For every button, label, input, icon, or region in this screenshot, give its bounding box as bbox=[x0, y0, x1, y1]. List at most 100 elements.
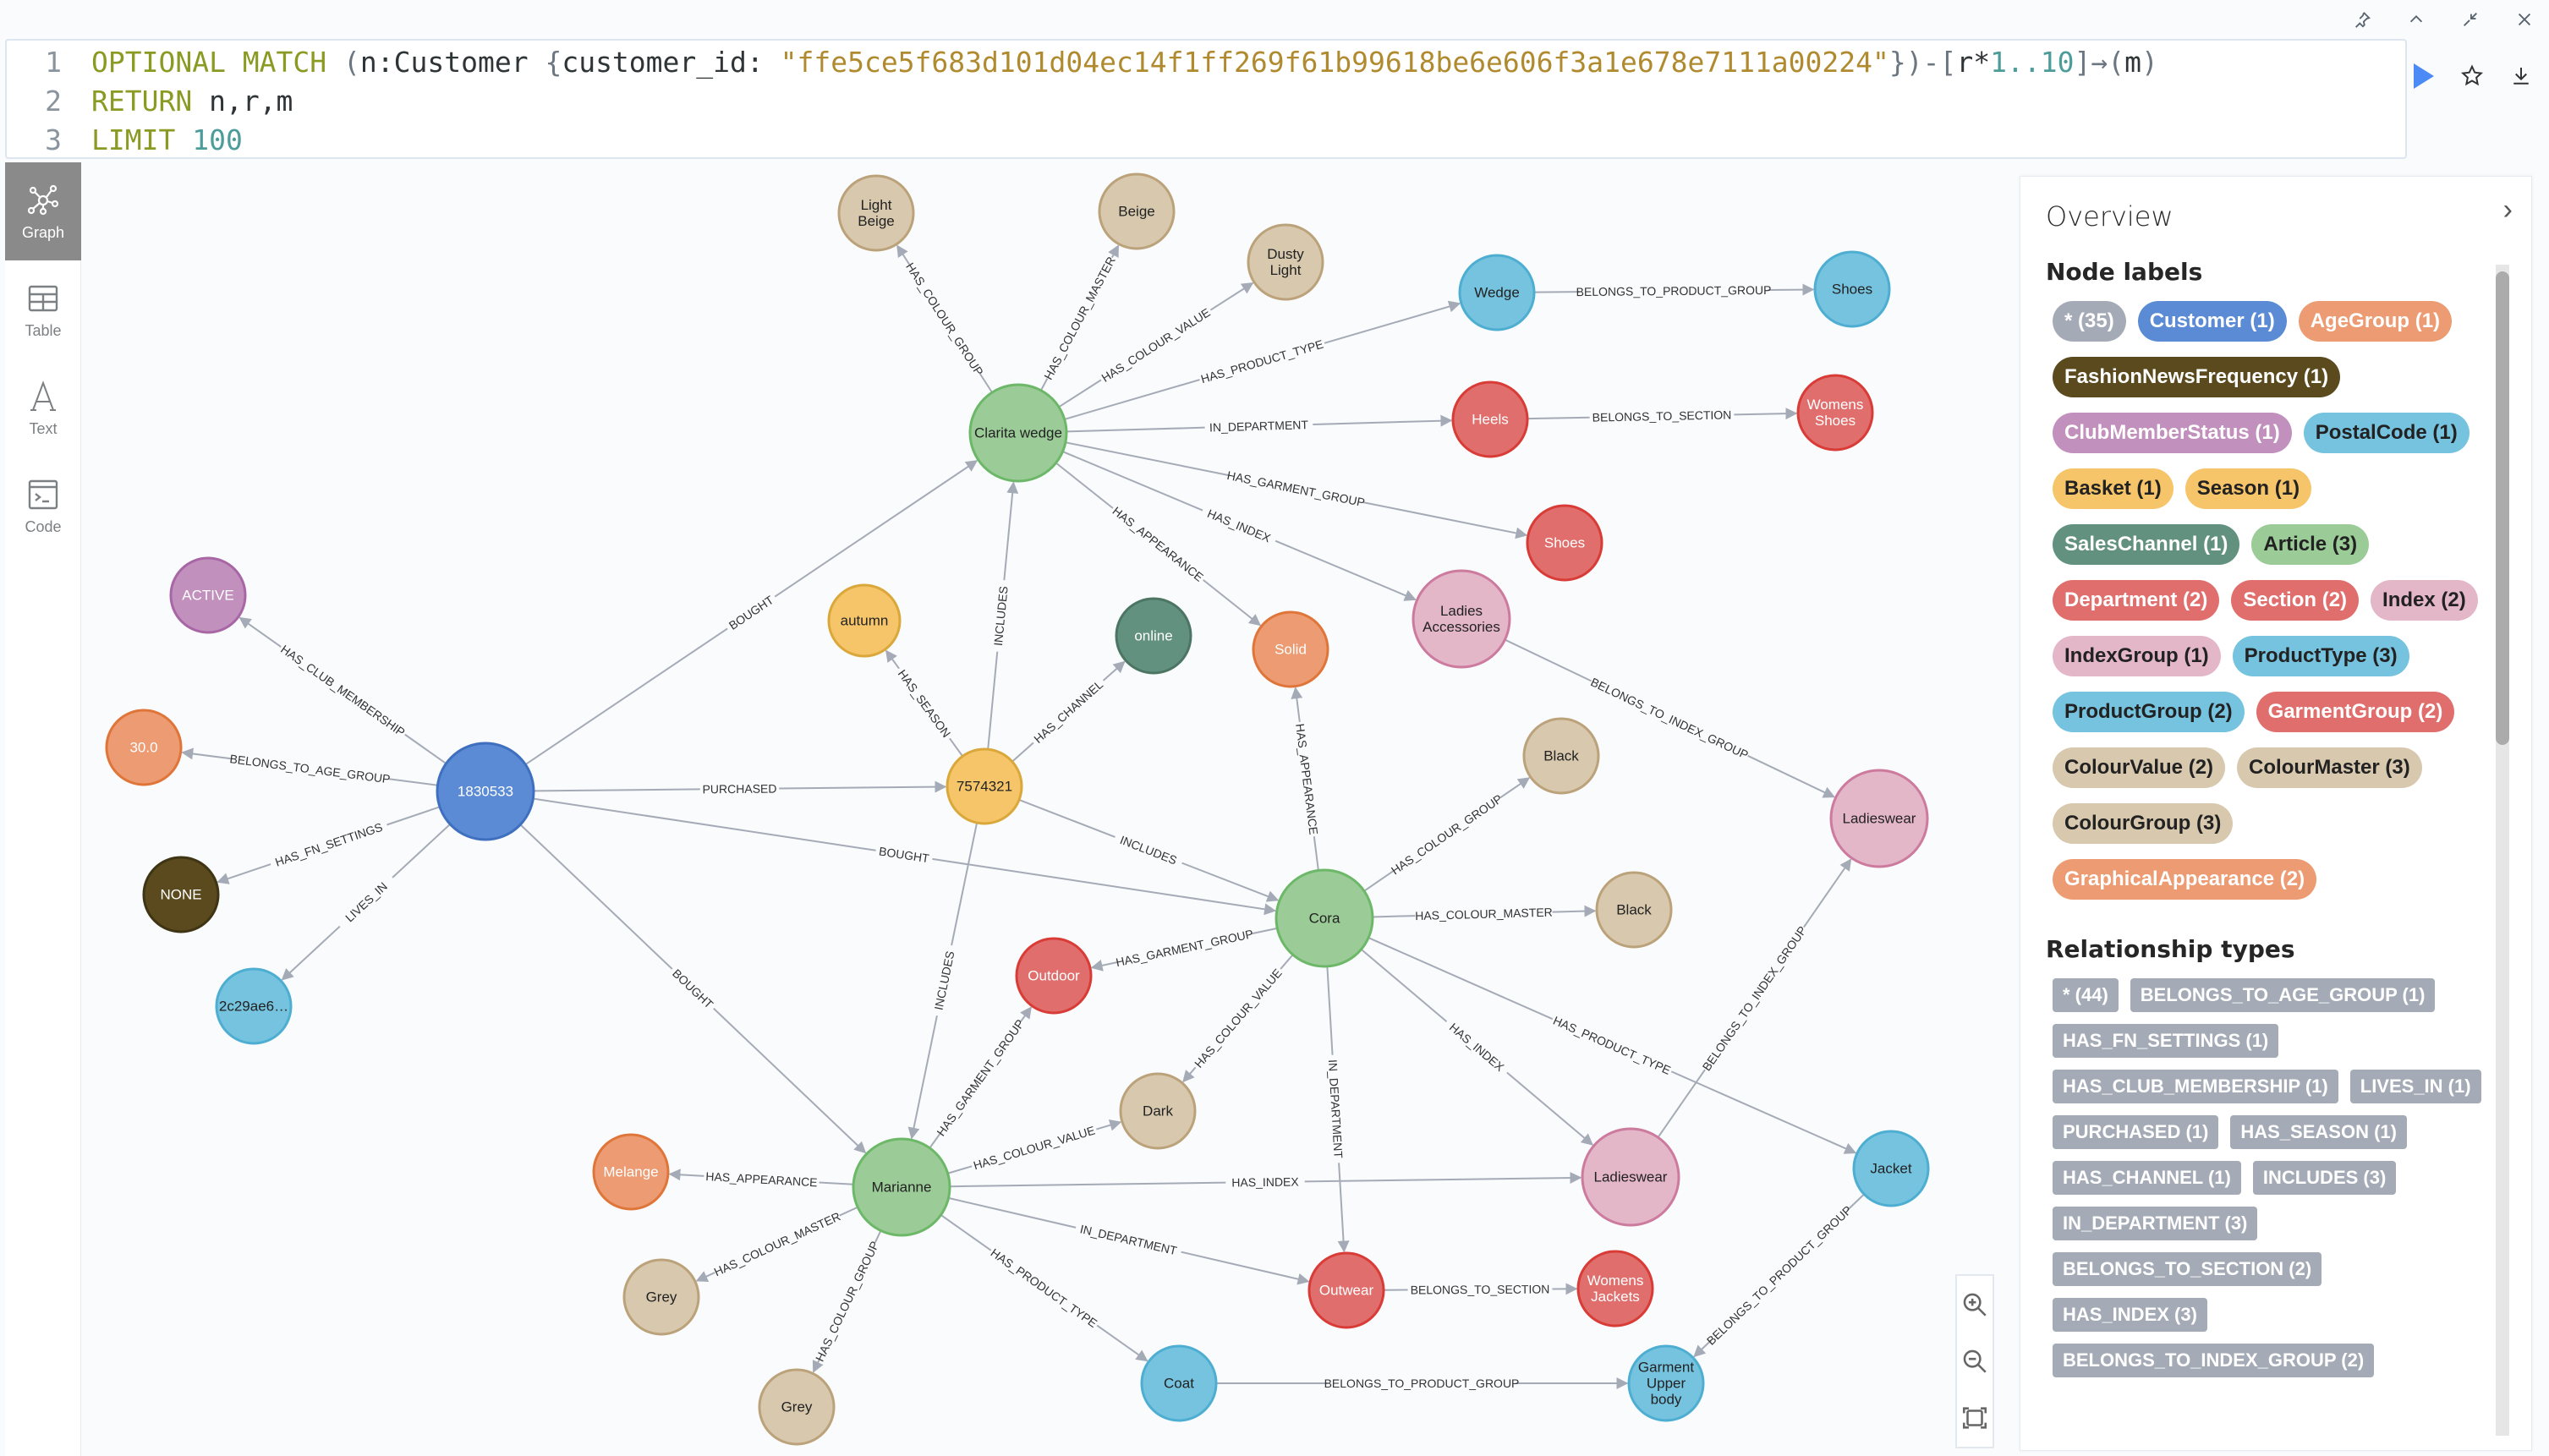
node-label-chip[interactable]: IndexGroup (1) bbox=[2053, 636, 2221, 676]
graph-node-producttype[interactable]: Jacket bbox=[1852, 1130, 1930, 1207]
graph-node-producttype[interactable]: Coat bbox=[1140, 1344, 1218, 1422]
graph-node-colourgroup[interactable]: LightBeige bbox=[837, 174, 915, 252]
edge-line[interactable] bbox=[1505, 638, 1592, 682]
graph-node-department[interactable]: Outwear bbox=[1307, 1251, 1385, 1329]
graph-node-clubmemberstatus[interactable]: ACTIVE bbox=[169, 556, 247, 634]
edge-line[interactable] bbox=[388, 778, 438, 786]
edge-line[interactable] bbox=[281, 925, 341, 981]
node-label-chip[interactable]: ColourMaster (3) bbox=[2237, 747, 2422, 788]
node-label-chip[interactable]: Section (2) bbox=[2231, 580, 2360, 621]
edge-line[interactable] bbox=[812, 1359, 824, 1373]
relationship-edge[interactable]: BELONGS_TO_AGE_GROUP bbox=[181, 747, 438, 786]
edge-line[interactable] bbox=[947, 1165, 973, 1174]
graph-node-customer[interactable]: 1830533 bbox=[436, 742, 535, 841]
edge-line[interactable] bbox=[1313, 414, 1453, 427]
nav-code[interactable]: Code bbox=[5, 457, 81, 555]
run-icon[interactable] bbox=[2412, 62, 2436, 90]
edge-line[interactable] bbox=[774, 460, 978, 598]
edge-line[interactable] bbox=[885, 649, 900, 670]
edge-line[interactable] bbox=[1803, 858, 1852, 928]
node-label-chip[interactable]: AgeGroup (1) bbox=[2298, 301, 2453, 342]
edge-line[interactable] bbox=[1003, 481, 1019, 581]
graph-node-section[interactable]: WomensJackets bbox=[1576, 1250, 1654, 1327]
relationship-edge[interactable]: HAS_SEASON bbox=[885, 649, 963, 757]
overview-scrollbar[interactable] bbox=[2496, 265, 2509, 1436]
relationship-edge[interactable]: BELONGS_TO_PRODUCT_GROUP bbox=[1533, 283, 1815, 298]
edge-line[interactable] bbox=[1734, 408, 1798, 420]
relationship-edge[interactable]: HAS_INDEX bbox=[1360, 949, 1594, 1146]
edge-line[interactable] bbox=[1203, 579, 1262, 627]
edge-line[interactable] bbox=[1304, 1171, 1582, 1184]
graph-node-producttype[interactable]: Wedge bbox=[1458, 254, 1536, 331]
relationship-type-chip[interactable]: LIVES_IN (1) bbox=[2349, 1070, 2481, 1103]
relationship-type-chip[interactable]: BELONGS_TO_SECTION (2) bbox=[2053, 1252, 2322, 1286]
graph-node-section[interactable]: WomensShoes bbox=[1796, 374, 1874, 452]
graph-node-index[interactable]: Ladieswear bbox=[1581, 1127, 1680, 1227]
edge-line[interactable] bbox=[1326, 966, 1334, 1055]
edge-line[interactable] bbox=[695, 1271, 715, 1282]
relationship-edge[interactable]: BOUGHT bbox=[524, 460, 978, 766]
graph-node-productgroup[interactable]: Shoes bbox=[1813, 250, 1891, 328]
graph-node-colourgroup[interactable]: Black bbox=[1522, 717, 1600, 795]
relationship-type-chip[interactable]: HAS_CLUB_MEMBERSHIP (1) bbox=[2053, 1070, 2338, 1103]
edge-line[interactable] bbox=[948, 1196, 1077, 1229]
relationship-edge[interactable]: HAS_CHANNEL bbox=[1011, 660, 1126, 763]
fit-to-screen-icon[interactable] bbox=[1960, 1404, 1989, 1432]
relationship-edge[interactable]: HAS_PRODUCT_TYPE bbox=[1368, 937, 1857, 1154]
edge-line[interactable] bbox=[949, 1181, 1226, 1188]
edge-line[interactable] bbox=[392, 824, 451, 879]
edge-line[interactable] bbox=[896, 244, 911, 265]
relationship-type-chip[interactable]: IN_DEPARTMENT (3) bbox=[2053, 1207, 2258, 1240]
edge-line[interactable] bbox=[1108, 244, 1120, 259]
relationship-type-chip[interactable]: INCLUDES (3) bbox=[2252, 1161, 2397, 1195]
graph-node-article[interactable]: Marianne bbox=[852, 1137, 951, 1237]
edge-line[interactable] bbox=[978, 373, 993, 393]
edge-line[interactable] bbox=[1019, 1006, 1032, 1023]
edge-line[interactable] bbox=[987, 651, 999, 750]
relationship-edge[interactable]: HAS_INDEX bbox=[949, 1171, 1582, 1190]
edge-line[interactable] bbox=[1251, 927, 1278, 935]
node-label-chip[interactable]: Customer (1) bbox=[2137, 301, 2287, 342]
edge-line[interactable] bbox=[839, 1206, 858, 1217]
edge-line[interactable] bbox=[1066, 426, 1205, 433]
collapse-up-icon[interactable] bbox=[2405, 7, 2427, 32]
edge-line[interactable] bbox=[1363, 870, 1394, 892]
node-label-chip[interactable]: PostalCode (1) bbox=[2303, 413, 2470, 453]
edge-line[interactable] bbox=[1313, 836, 1319, 871]
relationship-edge[interactable]: BELONGS_TO_PRODUCT_GROUP bbox=[1216, 1377, 1629, 1390]
edge-line[interactable] bbox=[713, 1007, 867, 1154]
edge-line[interactable] bbox=[1209, 282, 1254, 311]
relationship-edge[interactable]: HAS_COLOUR_GROUP bbox=[812, 1230, 882, 1373]
node-label-chip[interactable]: GraphicalAppearance (2) bbox=[2053, 859, 2317, 900]
relationship-edge[interactable]: HAS_FN_SETTINGS bbox=[217, 806, 441, 884]
edge-line[interactable] bbox=[1062, 451, 1203, 512]
relationship-edge[interactable]: INCLUDES bbox=[1018, 798, 1280, 902]
graph-node-colourvalue[interactable]: Dark bbox=[1119, 1072, 1197, 1150]
edge-line[interactable] bbox=[404, 733, 447, 764]
graph-node-department[interactable]: Heels bbox=[1451, 380, 1529, 458]
download-icon[interactable] bbox=[2508, 63, 2534, 89]
relationship-edge[interactable]: HAS_COLOUR_VALUE bbox=[947, 1119, 1122, 1174]
node-label-chip[interactable]: ProductGroup (2) bbox=[2053, 692, 2245, 732]
relationship-type-chip[interactable]: * (44) bbox=[2053, 978, 2119, 1012]
edge-line[interactable] bbox=[1181, 1251, 1310, 1285]
graph-canvas[interactable]: HAS_CLUB_MEMBERSHIP BELONGS_TO_AGE_GROUP H… bbox=[83, 162, 2020, 1456]
zoom-in-icon[interactable] bbox=[1960, 1290, 1989, 1319]
close-icon[interactable] bbox=[2513, 7, 2535, 32]
scrollbar-thumb[interactable] bbox=[2496, 271, 2509, 745]
edge-line[interactable] bbox=[1747, 754, 1836, 798]
node-label-chip[interactable]: GarmentGroup (2) bbox=[2256, 692, 2455, 732]
relationship-edge[interactable]: BELONGS_TO_PRODUCT_GROUP bbox=[1693, 1193, 1865, 1358]
relationship-edge[interactable]: INCLUDES bbox=[987, 481, 1019, 750]
edge-line[interactable] bbox=[386, 806, 441, 826]
edge-line[interactable] bbox=[1274, 539, 1417, 601]
graph-node-productgroup[interactable]: GarmentUpperbody bbox=[1627, 1344, 1705, 1422]
node-label-chip[interactable]: SalesChannel (1) bbox=[2053, 524, 2240, 565]
edge-line[interactable] bbox=[779, 780, 947, 793]
edge-line[interactable] bbox=[1506, 1071, 1594, 1146]
query-editor[interactable]: 1 OPTIONAL MATCH (n:Customer {customer_id… bbox=[5, 39, 2407, 159]
edge-line[interactable] bbox=[940, 1214, 992, 1251]
relationship-edge[interactable]: HAS_COLOUR_MASTER bbox=[695, 1206, 858, 1282]
relationship-edge[interactable]: IN_DEPARTMENT bbox=[1066, 414, 1453, 435]
edge-line[interactable] bbox=[1102, 660, 1126, 681]
